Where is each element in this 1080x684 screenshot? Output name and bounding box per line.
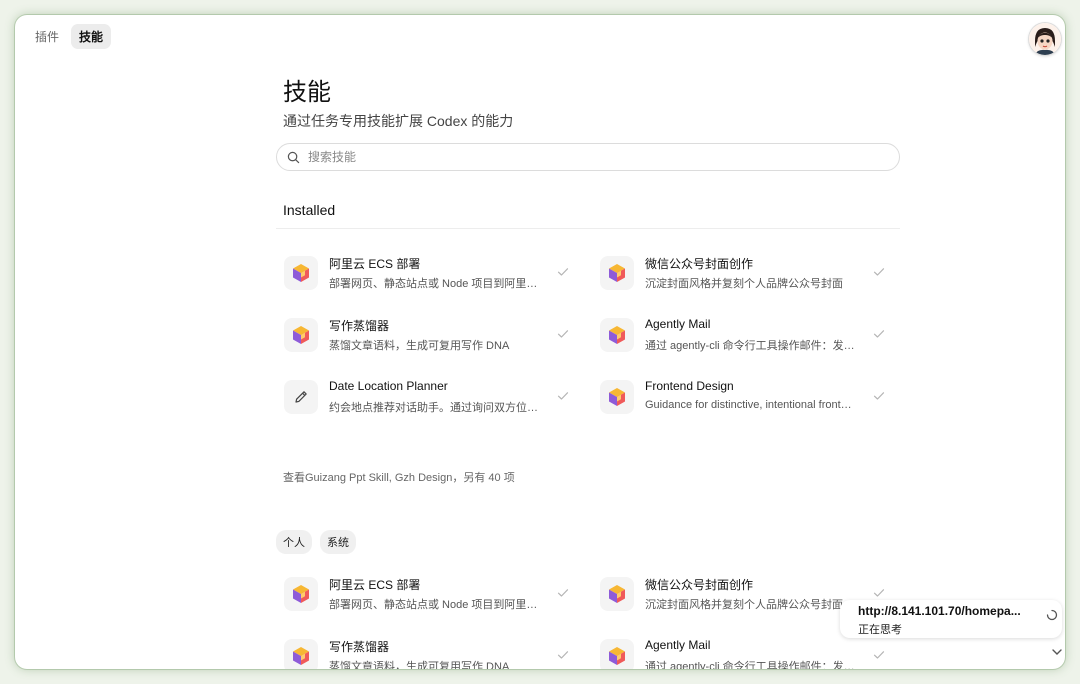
skill-name: Agently Mail [645, 317, 711, 331]
installed-check-icon [873, 326, 885, 344]
cube-icon [600, 318, 634, 352]
skill-description: 部署网页、静态站点或 Node 项目到阿里云 ECS [329, 278, 541, 290]
installed-check-icon [557, 585, 569, 603]
skill-card[interactable]: 微信公众号封面创作沉淀封面风格并复刻个人品牌公众号封面 [592, 250, 892, 300]
skill-card[interactable]: 阿里云 ECS 部署部署网页、静态站点或 Node 项目到阿里云 ECS [276, 571, 576, 621]
chevron-down-icon [1052, 649, 1062, 655]
filter-personal[interactable]: 个人 [276, 530, 312, 554]
skill-name: 阿里云 ECS 部署 [329, 257, 421, 271]
skill-description: Guidance for distinctive, intentional fr… [645, 399, 857, 411]
skill-card[interactable]: 阿里云 ECS 部署部署网页、静态站点或 Node 项目到阿里云 ECS [276, 250, 576, 300]
tab-skills[interactable]: 技能 [71, 24, 112, 49]
skill-name: 写作蒸馏器 [329, 319, 390, 333]
toast-status: 正在思考 [858, 624, 902, 636]
skill-name: 微信公众号封面创作 [645, 257, 754, 271]
installed-check-icon [557, 388, 569, 406]
cube-icon [600, 256, 634, 290]
skill-description: 沉淀封面风格并复刻个人品牌公众号封面 [645, 599, 843, 611]
skill-card[interactable]: 写作蒸馏器蒸馏文章语料，生成可复用写作 DNA [276, 312, 576, 362]
installed-check-icon [873, 388, 885, 406]
cube-icon [600, 380, 634, 414]
cube-icon [284, 577, 318, 611]
browser-status-toast[interactable]: http://8.141.101.70/homepa... 正在思考 [840, 600, 1062, 638]
skill-name: Date Location Planner [329, 379, 448, 393]
cube-icon [284, 318, 318, 352]
skill-description: 沉淀封面风格并复刻个人品牌公众号封面 [645, 278, 843, 290]
skill-card[interactable]: Frontend Design Guidance for distinctive,… [592, 374, 892, 424]
installed-check-icon [557, 264, 569, 282]
skill-card[interactable]: 写作蒸馏器蒸馏文章语料，生成可复用写作 DNA [276, 633, 576, 669]
scroll-down-button[interactable] [1050, 642, 1064, 662]
app-window: 插件 技能 技能 通过任务专用技能扩展 Codex 的能力 Installed … [15, 15, 1065, 669]
section-divider [276, 228, 900, 229]
cube-icon [600, 577, 634, 611]
skill-name: 阿里云 ECS 部署 [329, 578, 421, 592]
skill-description: 约会地点推荐对话助手。通过询问双方位置和偏好 [329, 402, 541, 414]
search-bar [276, 143, 900, 171]
cube-icon [284, 256, 318, 290]
skill-description: 蒸馏文章语料，生成可复用写作 DNA [329, 340, 510, 352]
installed-check-icon [873, 264, 885, 282]
cube-icon [284, 639, 318, 669]
filter-chips: 个人 系统 [276, 530, 356, 554]
installed-check-icon [557, 647, 569, 665]
pencil-icon [284, 380, 318, 414]
installed-check-icon [873, 647, 885, 665]
installed-check-icon [557, 326, 569, 344]
skill-description: 通过 agently-cli 命令行工具操作邮件：发送邮件 [645, 661, 857, 669]
skill-description: 部署网页、静态站点或 Node 项目到阿里云 ECS [329, 599, 541, 611]
search-input[interactable] [306, 149, 870, 165]
skill-name: Agently Mail [645, 638, 711, 652]
skill-card[interactable]: Agently Mail 通过 agently-cli 命令行工具操作邮件：发送邮… [592, 312, 892, 362]
skill-name: 写作蒸馏器 [329, 640, 390, 654]
skill-name: 微信公众号封面创作 [645, 578, 754, 592]
cube-icon [600, 639, 634, 669]
decorative-sparkle-icon [965, 655, 1035, 669]
page-subtitle: 通过任务专用技能扩展 Codex 的能力 [283, 113, 514, 129]
skill-card[interactable]: Date Location Planner 约会地点推荐对话助手。通过询问双方位置… [276, 374, 576, 424]
installed-heading: Installed [283, 202, 336, 218]
loading-spinner-icon [1046, 609, 1058, 621]
user-avatar[interactable] [1029, 23, 1061, 55]
toast-url: http://8.141.101.70/homepa... [858, 604, 1021, 618]
search-icon [287, 151, 300, 163]
more-skills-link[interactable]: 查看Guizang Ppt Skill, Gzh Design，另有 40 项 [283, 469, 515, 485]
skill-description: 蒸馏文章语料，生成可复用写作 DNA [329, 661, 510, 669]
page-title: 技能 [283, 79, 331, 106]
skill-card[interactable]: Agently Mail 通过 agently-cli 命令行工具操作邮件：发送邮… [592, 633, 892, 669]
skill-name: Frontend Design [645, 379, 734, 393]
top-tabs: 插件 技能 [27, 24, 112, 49]
skill-description: 通过 agently-cli 命令行工具操作邮件：发送邮件 [645, 340, 857, 352]
tab-plugins[interactable]: 插件 [27, 24, 67, 49]
filter-system[interactable]: 系统 [320, 530, 356, 554]
